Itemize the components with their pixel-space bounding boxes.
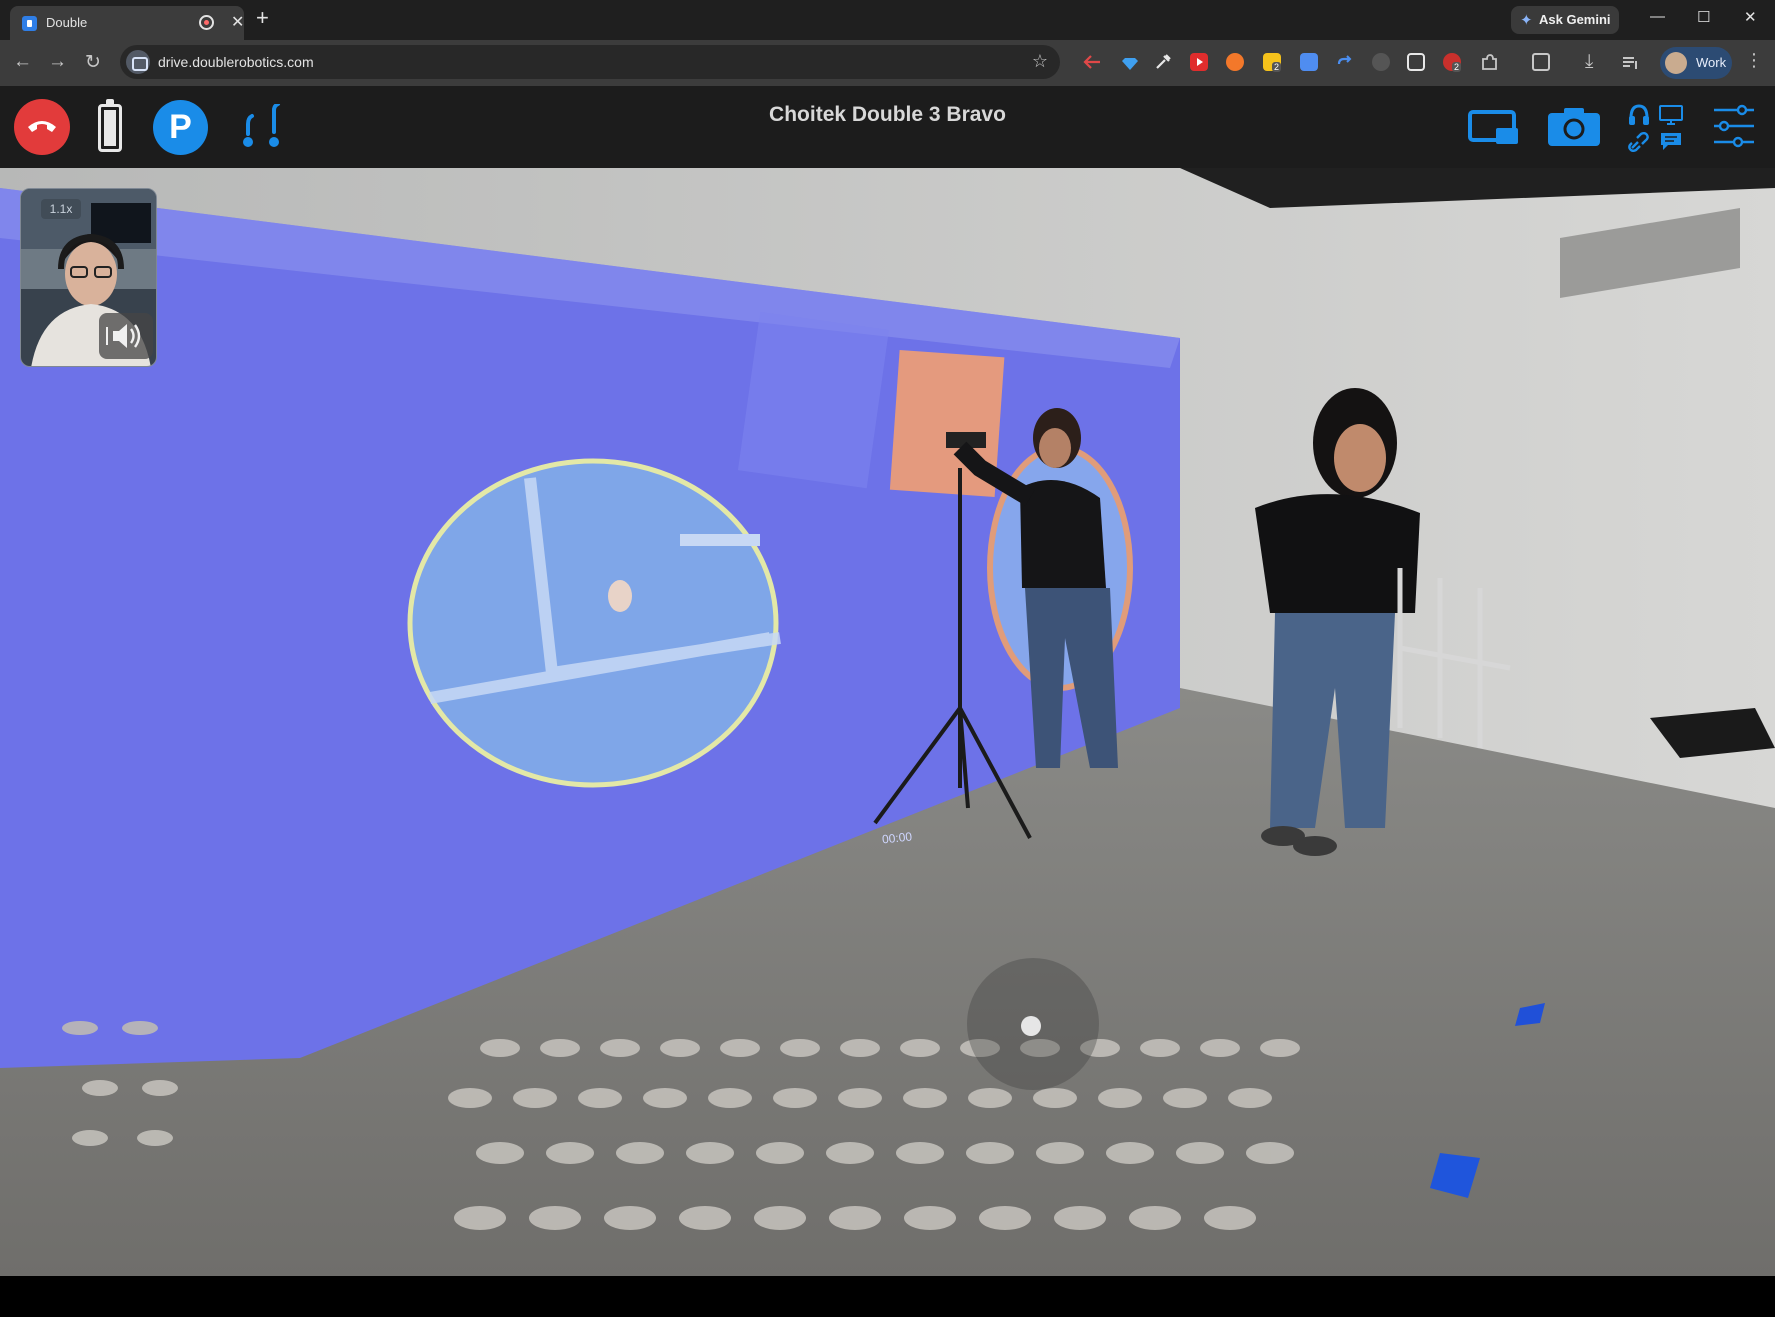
profile-label: Work [1696,55,1727,70]
cast-search-icon[interactable] [1532,53,1550,71]
bookmark-star-icon[interactable]: ☆ [1032,51,1048,72]
ask-gemini-button[interactable]: ✦ Ask Gemini [1511,6,1619,34]
screen-search-extension-icon[interactable] [1407,53,1425,71]
double-app-bar: P Choitek Double 3 Bravo [0,86,1775,168]
recording-indicator-icon [199,15,214,30]
monitor-icon[interactable] [1659,105,1683,125]
screen-share-icon[interactable] [1468,110,1520,146]
reading-list-icon[interactable] [1621,53,1639,71]
url-text[interactable]: drive.doublerobotics.com [158,54,314,70]
dark-extension-icon[interactable] [1372,53,1390,71]
red-extension-icon[interactable]: 2 [1443,53,1462,72]
tab-title: Double [46,15,88,30]
notes-extension-icon[interactable]: 2 [1263,53,1282,72]
gem-extension-icon[interactable] [1121,53,1139,71]
joystick-knob[interactable] [1021,1016,1041,1036]
docs-extension-icon[interactable] [1300,53,1318,71]
browser-toolbar: ← → ↻ drive.doublerobotics.com ☆ 2 2 ⤓ W… [0,40,1775,86]
headset-icon[interactable] [1628,104,1650,126]
tab-close-icon[interactable]: ✕ [231,12,244,32]
minimize-button[interactable]: — [1650,8,1665,25]
link-icon[interactable] [1628,132,1650,152]
orange-extension-icon[interactable] [1226,53,1244,71]
ask-gemini-label: Ask Gemini [1539,12,1611,27]
extension-badge: 2 [1272,62,1282,72]
profile-avatar [1665,52,1687,74]
settings-sliders-icon[interactable] [1712,104,1756,148]
eyedropper-extension-icon[interactable] [1154,53,1172,71]
self-view-pip[interactable]: 1.1x [20,188,157,367]
double-favicon-icon [22,16,37,31]
new-tab-button[interactable]: + [256,5,269,31]
speaker-volume-button[interactable] [99,313,153,359]
speaker-icon [106,324,141,348]
back-icon[interactable]: ← [13,51,32,73]
extension-badge: 2 [1452,62,1462,72]
drive-joystick[interactable] [967,958,1099,1090]
extensions-puzzle-icon[interactable] [1480,53,1498,71]
download-icon[interactable]: ⤓ [1585,51,1593,73]
maximize-button[interactable]: ☐ [1697,8,1710,26]
link-extension-icon[interactable] [1336,53,1354,71]
site-info-icon[interactable] [126,50,150,74]
close-window-button[interactable]: ✕ [1744,8,1757,26]
bottom-letterbox [0,1276,1775,1317]
forward-icon[interactable]: → [48,51,67,73]
tab-double[interactable]: Double ✕ [10,6,244,40]
robot-video-feed[interactable]: 00:00 [0,168,1775,1276]
gemini-sparkle-icon: ✦ [1520,12,1533,29]
chat-icon[interactable] [1660,132,1682,152]
browser-menu-icon[interactable]: ⋮ [1745,50,1763,71]
profile-button[interactable]: Work [1660,47,1732,79]
back-arrow-extension-icon[interactable] [1083,55,1101,69]
browser-tabbar: Double ✕ + ✦ Ask Gemini — ☐ ✕ [0,0,1775,40]
address-bar[interactable]: drive.doublerobotics.com ☆ [120,45,1060,79]
camera-snapshot-icon[interactable] [1548,106,1600,146]
pip-zoom-label: 1.1x [41,199,81,219]
reload-icon[interactable]: ↻ [85,51,101,74]
video-scene [0,168,1775,1276]
youtube-extension-icon[interactable] [1190,53,1208,71]
